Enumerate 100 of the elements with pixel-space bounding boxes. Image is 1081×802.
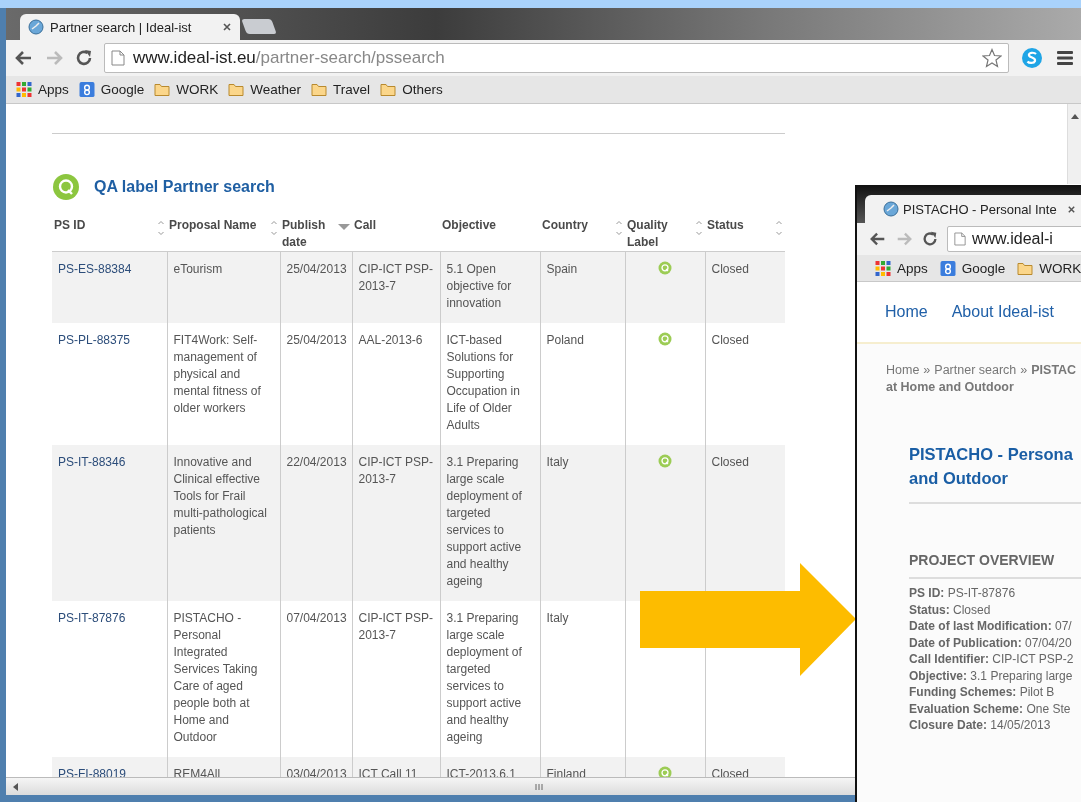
forward-arrow-icon[interactable]	[895, 230, 913, 248]
table-cell-text: Poland	[546, 332, 585, 349]
nav-link[interactable]: Home	[885, 303, 928, 321]
field-row: Closure Date: 14/05/2013	[909, 717, 1051, 734]
bookmark-item[interactable]: Weather	[228, 82, 302, 97]
sort-icon[interactable]	[695, 219, 703, 237]
page-icon	[954, 232, 966, 246]
field-row: Date of last Modification: 07/	[909, 618, 1072, 635]
scroll-grip-icon[interactable]	[535, 782, 543, 791]
table-cell-text: 3.1 Preparing large scale deployment of targeted services to support active and healthy ageing	[446, 454, 523, 590]
scroll-left-icon[interactable]	[12, 782, 18, 791]
table-cell: 25/04/2013	[286, 332, 346, 349]
star-icon[interactable]	[982, 48, 1002, 68]
tab-title: Partner search | Ideal-ist	[50, 19, 193, 35]
sort-icon[interactable]	[775, 219, 783, 237]
quality-label-icon	[52, 173, 80, 201]
column-header[interactable]: Country	[542, 217, 588, 234]
column-header[interactable]: Proposal Name	[169, 217, 257, 234]
table-cell-text: Closed	[711, 454, 750, 471]
reload-icon[interactable]	[74, 48, 94, 68]
new-tab-button[interactable]	[241, 19, 277, 34]
breadcrumb-separator: »	[1020, 362, 1028, 379]
bookmark-item[interactable]: Google	[78, 82, 145, 97]
field-row: Funding Schemes: Pilot B	[909, 684, 1055, 701]
field-row: Status: Closed	[909, 601, 991, 618]
table-cell[interactable]: PS-IT-88346	[58, 454, 161, 471]
table-cell[interactable]: PS-IT-87876	[58, 610, 161, 627]
column-header[interactable]: Quality Label	[627, 217, 695, 251]
column-header[interactable]: Objective	[442, 217, 497, 234]
sort-icon[interactable]	[270, 219, 278, 237]
browser-tab[interactable]: Partner search | Ideal-ist	[20, 14, 240, 40]
table-cell-text: AAL-2013-6	[358, 332, 424, 349]
folder-icon	[228, 82, 245, 97]
column-header[interactable]: PS ID	[54, 217, 86, 234]
globe-icon	[28, 19, 44, 35]
column-header[interactable]: Publish date	[282, 217, 338, 251]
field-row: Evaluation Scheme: One Ste	[909, 700, 1071, 717]
table-cell-text: Closed	[711, 332, 750, 349]
bookmark-item[interactable]: WORK	[154, 82, 219, 97]
vertical-scrollbar[interactable]	[1067, 104, 1081, 184]
table-cell: 07/04/2013	[286, 610, 346, 627]
address-bar[interactable]: www.ideal-ist.eu/partner-search/pssearch	[104, 43, 1009, 73]
nav-link[interactable]: About Ideal-ist	[951, 303, 1054, 321]
folder-icon	[380, 82, 397, 97]
address-bar[interactable]: www.ideal-i	[947, 226, 1081, 252]
bookmark-item[interactable]: Travel	[311, 82, 371, 97]
table-cell-text: Closed	[711, 261, 750, 278]
apps-grid-icon	[16, 82, 32, 97]
sort-descending-icon[interactable]	[338, 223, 350, 231]
table-cell-text: Spain	[546, 261, 579, 278]
sort-icon[interactable]	[157, 219, 165, 237]
field-row: Call Identifier: CIP-ICT PSP-2	[909, 651, 1074, 668]
bookmark-item[interactable]: Apps	[875, 260, 928, 276]
browser-tab[interactable]: PISTACHO - Personal Inte	[865, 195, 1081, 223]
breadcrumb-link[interactable]: Partner search	[934, 362, 1017, 379]
column-header[interactable]: Call	[354, 217, 376, 234]
project-title: PISTACHO - Persona	[909, 444, 1073, 465]
column-header[interactable]: Status	[707, 217, 744, 234]
breadcrumb-current: at Home and Outdoor	[886, 379, 1014, 396]
table-cell[interactable]: PISTACHO - Personal Integrated Services Taking Care of aged people both at Home and Outdoor	[173, 610, 274, 746]
menu-icon[interactable]	[1057, 51, 1073, 65]
table-cell-text: 5.1 Open objective for innovation	[446, 261, 513, 312]
reload-icon[interactable]	[921, 230, 939, 248]
folder-icon	[1017, 260, 1034, 276]
table-cell-text: 3.1 Preparing large scale deployment of targeted services to support active and healthy ageing	[446, 610, 523, 746]
table-cell: 25/04/2013	[286, 261, 346, 278]
table-cell: CIP-ICT PSP-2013-7	[358, 261, 434, 295]
horizontal-scrollbar[interactable]	[6, 777, 855, 795]
table-cell-text: Italy	[546, 610, 570, 627]
table-cell[interactable]: FIT4Work: Self-management of physical and mental fitness of older workers	[173, 332, 274, 417]
folder-icon	[311, 82, 328, 97]
breadcrumb-current: PISTAC	[1031, 362, 1077, 379]
table-cell: 22/04/2013	[286, 454, 346, 471]
page-icon	[111, 50, 125, 66]
table-cell-text: Italy	[546, 454, 570, 471]
bookmark-item[interactable]: WORK	[1017, 260, 1081, 276]
field-row: Objective: 3.1 Preparing large	[909, 667, 1073, 684]
project-title: and Outdoor	[909, 468, 1008, 489]
table-cell[interactable]: PS-PL-88375	[58, 332, 161, 349]
page-title: QA label Partner search	[94, 178, 275, 196]
tab-title: PISTACHO - Personal Inte	[903, 201, 1057, 217]
bookmark-item[interactable]: Apps	[16, 82, 69, 97]
globe-icon	[883, 201, 899, 217]
table-cell: CIP-ICT PSP-2013-7	[358, 454, 434, 488]
app-logo-icon[interactable]	[1021, 47, 1043, 69]
close-icon[interactable]	[1066, 204, 1076, 214]
folder-icon	[154, 82, 171, 97]
bookmark-item[interactable]: Google	[939, 260, 1006, 276]
back-arrow-icon[interactable]	[869, 230, 887, 248]
table-cell: CIP-ICT PSP-2013-7	[358, 610, 434, 644]
sort-icon[interactable]	[615, 219, 623, 237]
breadcrumb-link[interactable]: Home	[886, 362, 920, 379]
field-row: Date of Publication: 07/04/20	[909, 634, 1072, 651]
scroll-up-icon[interactable]	[1070, 113, 1079, 119]
section-title: PROJECT OVERVIEW	[909, 552, 1056, 568]
field-row: PS ID: PS-IT-87876	[909, 585, 1016, 602]
bookmark-item[interactable]: Others	[380, 82, 443, 97]
close-icon[interactable]	[222, 22, 232, 32]
table-cell-text: ICT-based Solutions for Supporting Occupation in Life of Older Adults	[446, 332, 521, 434]
apps-grid-icon	[875, 260, 891, 276]
